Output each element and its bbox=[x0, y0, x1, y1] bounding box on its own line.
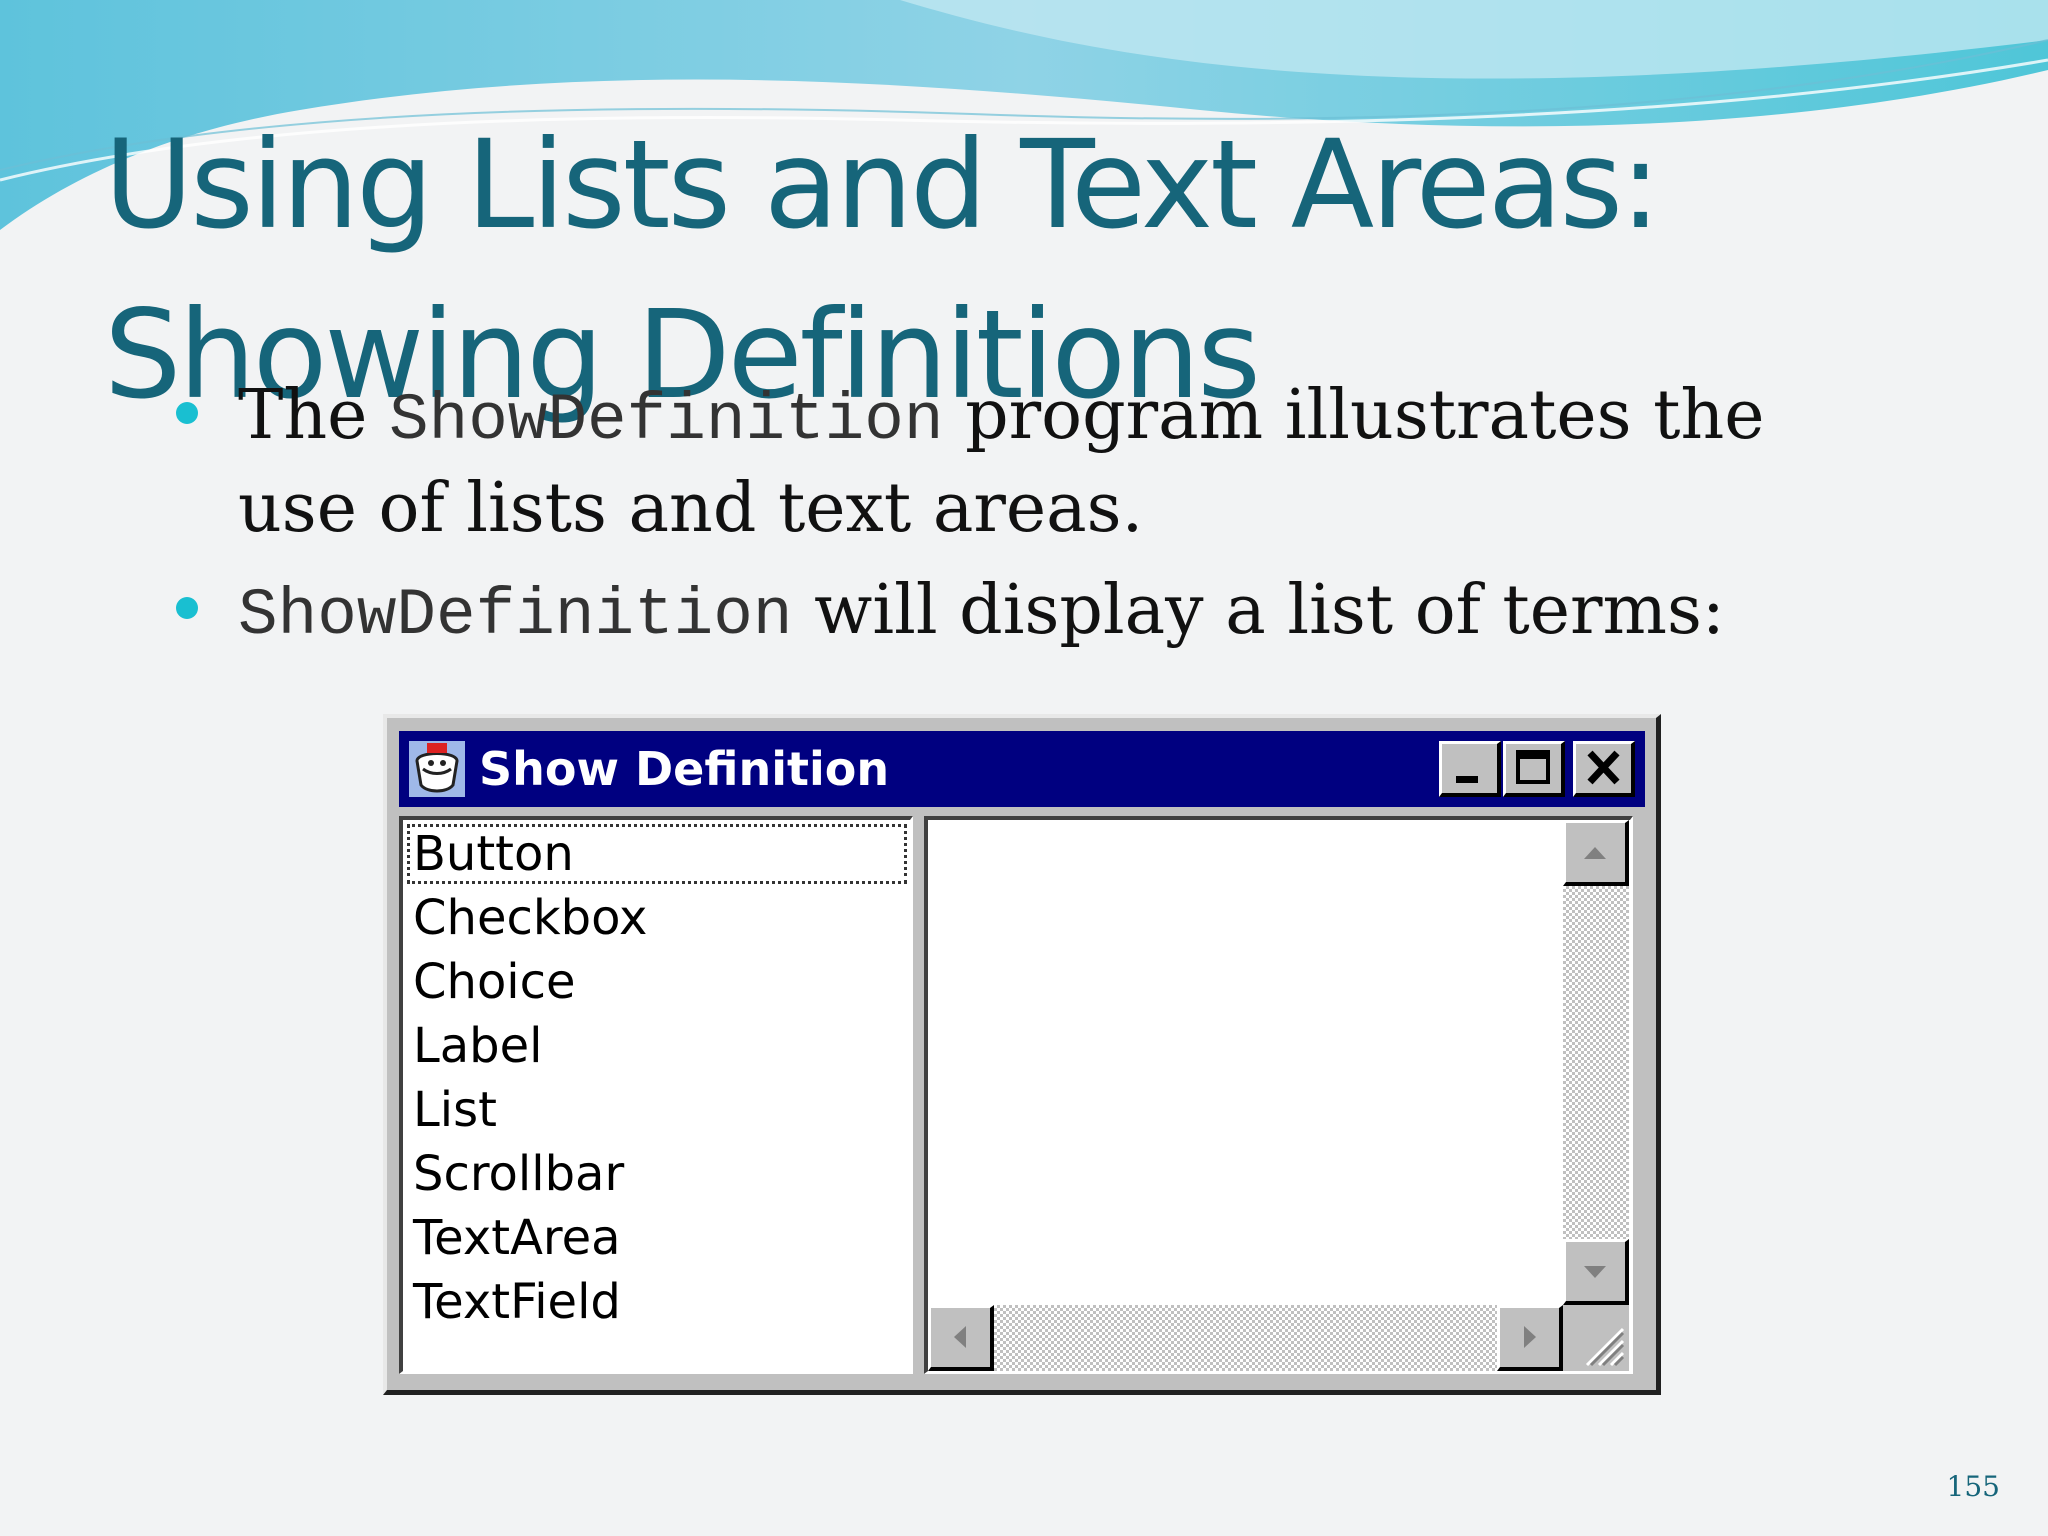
slide-title-line1: Using Lists and Text Areas: bbox=[104, 114, 1661, 256]
scroll-left-icon bbox=[954, 1326, 966, 1348]
list-item[interactable]: Button bbox=[407, 824, 907, 884]
page-number: 155 bbox=[1946, 1470, 2000, 1503]
minimize-button[interactable] bbox=[1439, 741, 1501, 797]
list-item[interactable]: Label bbox=[407, 1016, 907, 1076]
vertical-scrollbar[interactable] bbox=[1563, 820, 1629, 1305]
bullet-item: ShowDefinition will display a list of te… bbox=[176, 567, 1876, 660]
horizontal-scrollbar[interactable] bbox=[928, 1305, 1563, 1371]
bullet2-code: ShowDefinition bbox=[238, 578, 793, 653]
scroll-down-button[interactable] bbox=[1563, 1239, 1629, 1305]
scroll-down-icon bbox=[1584, 1266, 1606, 1278]
list-item[interactable]: Checkbox bbox=[407, 888, 907, 948]
terms-list[interactable]: Button Checkbox Choice Label List Scrollbar Te… bbox=[399, 816, 913, 1374]
resize-grip-icon bbox=[1585, 1327, 1625, 1367]
scroll-up-icon bbox=[1584, 847, 1606, 859]
close-button[interactable] bbox=[1573, 741, 1635, 797]
list-item[interactable]: List bbox=[407, 1080, 907, 1140]
list-item[interactable]: Choice bbox=[407, 952, 907, 1012]
bullet1-code: ShowDefinition bbox=[389, 383, 944, 458]
bullet1-pre: The bbox=[238, 376, 390, 455]
resize-corner[interactable] bbox=[1563, 1305, 1629, 1371]
maximize-button[interactable] bbox=[1503, 741, 1565, 797]
bullet-dot-icon bbox=[176, 402, 198, 424]
app-icon[interactable] bbox=[407, 739, 467, 799]
bullet-item: The ShowDefinition program illustrates t… bbox=[176, 372, 1876, 553]
minimize-icon bbox=[1456, 776, 1478, 783]
definition-text-area[interactable] bbox=[924, 816, 1633, 1374]
list-item[interactable]: Scrollbar bbox=[407, 1144, 907, 1204]
bullet-dot-icon bbox=[176, 597, 198, 619]
close-icon bbox=[1587, 750, 1620, 785]
scroll-right-icon bbox=[1524, 1326, 1536, 1348]
scroll-right-button[interactable] bbox=[1497, 1305, 1563, 1371]
maximize-icon bbox=[1516, 750, 1550, 784]
window-title: Show Definition bbox=[479, 742, 890, 796]
window-titlebar[interactable]: Show Definition bbox=[399, 731, 1645, 807]
scroll-up-button[interactable] bbox=[1563, 820, 1629, 886]
list-item[interactable]: TextArea bbox=[407, 1208, 907, 1268]
bullet2-post: will display a list of terms: bbox=[792, 571, 1725, 650]
bullet-list: The ShowDefinition program illustrates t… bbox=[176, 372, 1876, 674]
list-item[interactable]: TextField bbox=[407, 1272, 907, 1332]
scroll-left-button[interactable] bbox=[928, 1305, 994, 1371]
show-definition-window: Show Definition Button Checkbox Choice Labe… bbox=[383, 714, 1661, 1395]
